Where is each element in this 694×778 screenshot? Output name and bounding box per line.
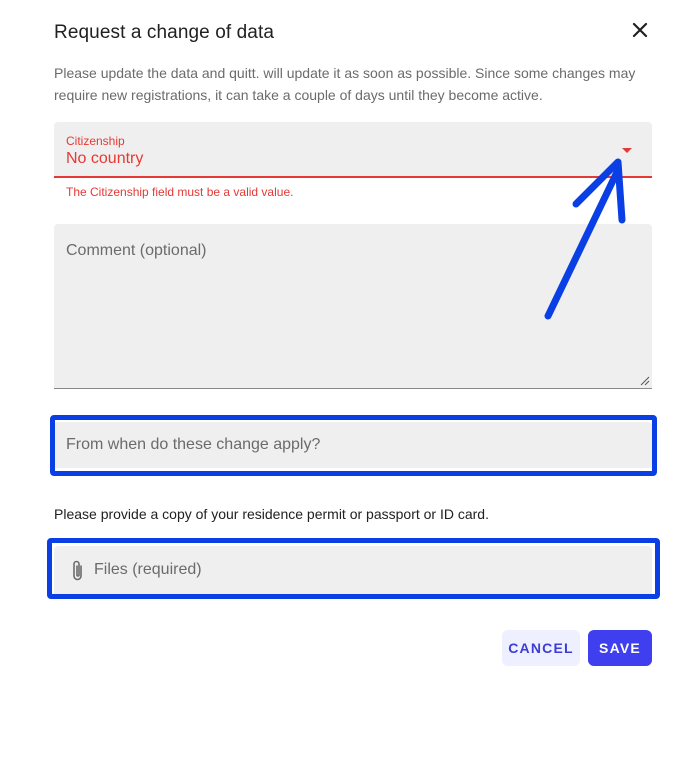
close-button[interactable]	[626, 18, 654, 46]
citizenship-select[interactable]: Citizenship No country	[54, 122, 652, 178]
dialog-description: Please update the data and quitt. will u…	[54, 65, 636, 103]
change-date-field[interactable]: From when do these change apply?	[54, 422, 652, 468]
citizenship-error-message: The Citizenship field must be a valid va…	[66, 185, 294, 199]
resize-handle-icon[interactable]	[640, 376, 650, 386]
comment-placeholder: Comment (optional)	[66, 242, 207, 259]
close-icon	[632, 22, 648, 38]
change-data-dialog: Request a change of data Please update t…	[0, 0, 694, 778]
change-date-placeholder: From when do these change apply?	[66, 436, 321, 453]
comment-textarea[interactable]: Comment (optional)	[54, 224, 652, 389]
dropdown-arrow-icon[interactable]	[622, 148, 632, 153]
files-upload-field[interactable]: Files (required)	[54, 546, 652, 594]
citizenship-label: Citizenship	[66, 134, 125, 148]
document-hint-text: Please provide a copy of your residence …	[54, 506, 489, 522]
cancel-button[interactable]: CANCEL	[502, 630, 580, 666]
citizenship-value: No country	[66, 150, 144, 167]
files-placeholder: Files (required)	[94, 561, 202, 578]
paperclip-icon	[73, 560, 82, 581]
dialog-title: Request a change of data	[54, 22, 275, 43]
save-button[interactable]: SAVE	[588, 630, 652, 666]
